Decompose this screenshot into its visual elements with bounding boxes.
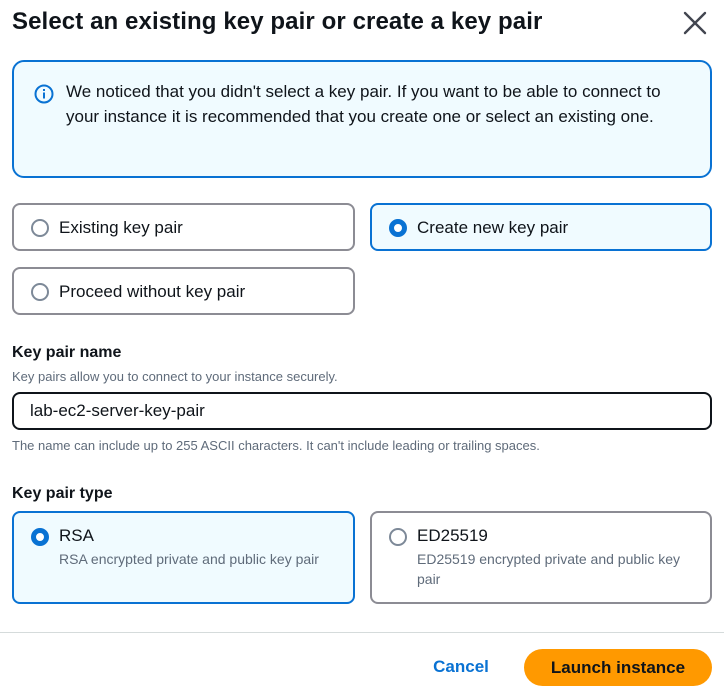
- key-pair-name-input[interactable]: [12, 392, 712, 430]
- option-existing-key-pair[interactable]: Existing key pair: [12, 203, 355, 251]
- radio-proceed-without-key-pair[interactable]: [31, 283, 49, 301]
- option-proceed-without-key-pair[interactable]: Proceed without key pair: [12, 267, 355, 315]
- option-description: RSA encrypted private and public key pai…: [59, 551, 319, 567]
- option-rsa[interactable]: RSA RSA encrypted private and public key…: [12, 511, 355, 604]
- option-label: Create new key pair: [417, 218, 569, 237]
- key-pair-type-label: Key pair type: [12, 485, 113, 502]
- key-pair-name-label: Key pair name: [12, 344, 122, 361]
- radio-ed25519[interactable]: [389, 528, 407, 546]
- option-label: Proceed without key pair: [59, 282, 246, 301]
- key-pair-modal: Select an existing key pair or create a …: [0, 0, 724, 695]
- radio-create-new-key-pair[interactable]: [389, 219, 407, 237]
- launch-instance-button[interactable]: Launch instance: [524, 649, 712, 686]
- option-ed25519[interactable]: ED25519 ED25519 encrypted private and pu…: [370, 511, 712, 604]
- close-icon: [683, 11, 707, 35]
- option-description: ED25519 encrypted private and public key…: [417, 551, 681, 587]
- radio-rsa[interactable]: [31, 528, 49, 546]
- close-button[interactable]: [682, 10, 708, 36]
- option-label: ED25519: [417, 526, 488, 545]
- option-create-new-key-pair[interactable]: Create new key pair: [370, 203, 712, 251]
- radio-existing-key-pair[interactable]: [31, 219, 49, 237]
- key-pair-name-constraint: The name can include up to 255 ASCII cha…: [12, 438, 540, 453]
- option-label: RSA: [59, 526, 94, 545]
- option-label: Existing key pair: [59, 218, 183, 237]
- footer-divider: [0, 632, 724, 633]
- key-pair-name-description: Key pairs allow you to connect to your i…: [12, 369, 338, 384]
- info-alert: We noticed that you didn't select a key …: [12, 60, 712, 178]
- info-icon: [34, 84, 54, 104]
- modal-title: Select an existing key pair or create a …: [12, 8, 543, 35]
- cancel-button[interactable]: Cancel: [428, 650, 494, 684]
- alert-message: We noticed that you didn't select a key …: [66, 82, 661, 126]
